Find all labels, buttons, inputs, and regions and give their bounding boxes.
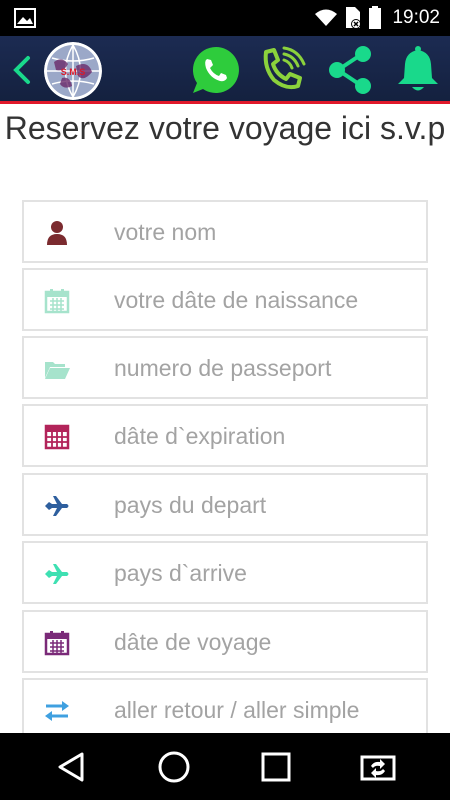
- arrival-field[interactable]: pays d`arrive: [22, 541, 428, 604]
- recents-square-icon[interactable]: [258, 749, 294, 785]
- status-bar: 19:02: [0, 0, 450, 36]
- bell-icon[interactable]: [392, 44, 444, 96]
- whatsapp-icon[interactable]: [190, 44, 242, 96]
- page-title: Reservez votre voyage ici s.v.p: [4, 110, 446, 146]
- rotate-screen-icon[interactable]: [360, 749, 396, 785]
- status-icons: 19:02: [314, 6, 440, 30]
- app-bar: S.M.S: [0, 36, 450, 104]
- exchange-icon: [45, 701, 69, 721]
- share-icon[interactable]: [324, 44, 376, 96]
- sim-error-icon: [346, 7, 362, 29]
- passport-placeholder: numero de passeport: [114, 355, 332, 381]
- system-nav-bar: [0, 733, 450, 800]
- folder-open-icon: [45, 362, 70, 379]
- name-field[interactable]: votre nom: [22, 200, 428, 263]
- gallery-icon: [14, 8, 36, 28]
- plane-icon: [45, 496, 69, 516]
- travel-date-field[interactable]: dâte de voyage: [22, 610, 428, 673]
- calculator-icon: [44, 424, 70, 450]
- phone-call-icon[interactable]: [256, 44, 308, 96]
- trip-type-field[interactable]: aller retour / aller simple: [22, 678, 428, 741]
- departure-field[interactable]: pays du depart: [22, 473, 428, 536]
- battery-icon: [369, 6, 382, 29]
- birthdate-placeholder: votre dâte de naissance: [114, 287, 359, 313]
- status-time: 19:02: [392, 7, 440, 28]
- home-circle-icon[interactable]: [156, 749, 192, 785]
- back-triangle-icon[interactable]: [54, 749, 90, 785]
- expiration-field[interactable]: dâte d`expiration: [22, 404, 428, 467]
- trip-type-placeholder: aller retour / aller simple: [114, 697, 360, 723]
- passport-field[interactable]: numero de passeport: [22, 336, 428, 399]
- travel-date-placeholder: dâte de voyage: [114, 629, 272, 655]
- arrival-placeholder: pays d`arrive: [114, 560, 247, 586]
- birthdate-field[interactable]: votre dâte de naissance: [22, 268, 428, 331]
- app-logo: S.M.S: [44, 42, 102, 100]
- wifi-icon: [315, 9, 338, 26]
- name-placeholder: votre nom: [114, 219, 217, 245]
- departure-placeholder: pays du depart: [114, 492, 267, 518]
- user-icon: [47, 221, 67, 245]
- calendar-icon: [44, 631, 70, 656]
- back-arrow-icon[interactable]: [4, 50, 38, 90]
- expiration-placeholder: dâte d`expiration: [114, 423, 286, 449]
- calendar-icon: [44, 289, 70, 314]
- logo-text: S.M.S: [61, 67, 86, 77]
- plane-icon: [45, 564, 69, 584]
